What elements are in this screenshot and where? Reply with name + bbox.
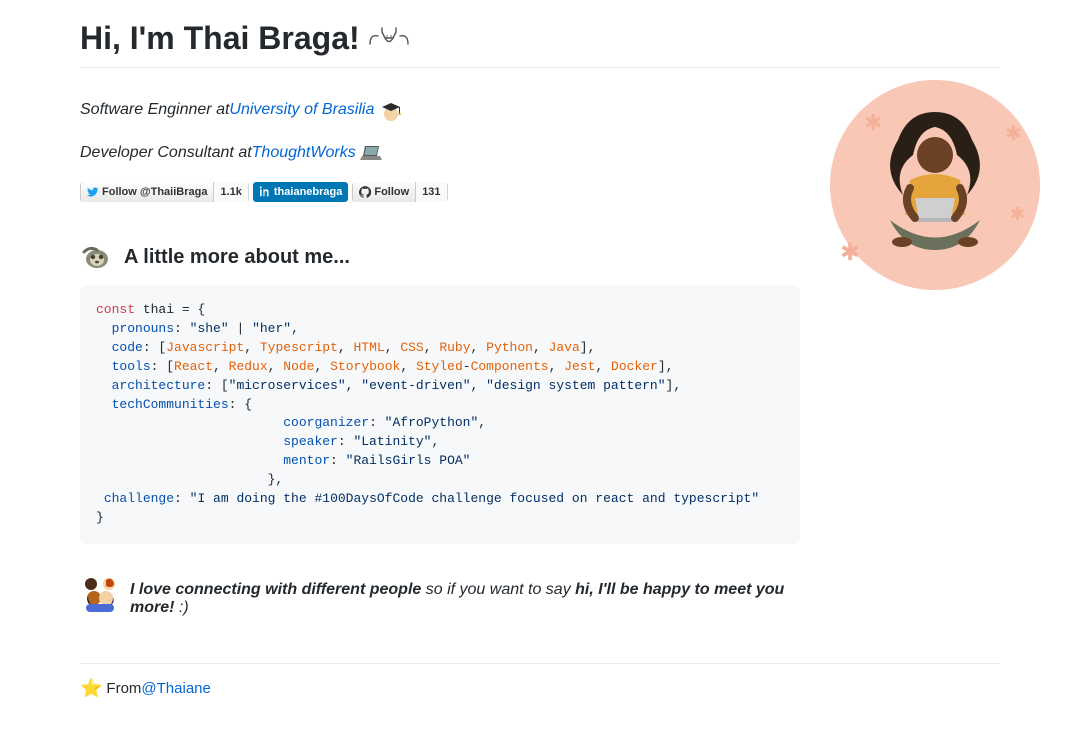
github-icon [359, 186, 371, 198]
title-text: Hi, I'm Thai Braga! [80, 20, 360, 57]
social-badges: Follow @ThaiiBraga 1.1k thaianebraga Fol… [80, 182, 800, 202]
role-line-1: Software Enginner at University of Brasi… [80, 96, 800, 123]
role2-prefix: Developer Consultant at [80, 139, 252, 166]
graduate-icon [376, 98, 406, 122]
cat-icon [368, 26, 410, 52]
github-label: Follow [374, 186, 409, 198]
connect-text: I love connecting with different people … [130, 581, 800, 617]
people-icon [80, 574, 120, 617]
connect-line: I love connecting with different people … [80, 574, 800, 617]
footer-divider [80, 663, 1000, 664]
twitter-follow-badge[interactable]: Follow @ThaiiBraga 1.1k [80, 182, 249, 202]
page-title: Hi, I'm Thai Braga! [80, 20, 1000, 68]
github-count: 131 [416, 182, 447, 202]
hero-illustration: ✱ ✱ ✱ ✱ [820, 70, 1050, 305]
svg-text:✱: ✱ [864, 110, 882, 135]
role1-prefix: Software Enginner at [80, 96, 229, 123]
linkedin-label: thaianebraga [274, 186, 342, 198]
laptop-icon [358, 143, 386, 163]
about-heading: A little more about me... [80, 242, 800, 272]
svg-text:✱: ✱ [1005, 123, 1022, 145]
svg-text:✱: ✱ [840, 239, 860, 266]
sloth-icon [80, 242, 114, 272]
twitter-count: 1.1k [214, 182, 248, 202]
twitter-label: Follow @ThaiiBraga [102, 186, 207, 198]
github-follow-badge[interactable]: Follow 131 [352, 182, 447, 202]
star-icon: ⭐ [80, 678, 102, 699]
linkedin-icon [259, 186, 271, 198]
about-heading-text: A little more about me... [124, 246, 350, 269]
thoughtworks-link[interactable]: ThoughtWorks [252, 139, 356, 166]
footer: ⭐ From @Thaiane [80, 678, 1000, 699]
linkedin-badge[interactable]: thaianebraga [253, 182, 348, 202]
author-link[interactable]: @Thaiane [141, 680, 210, 697]
svg-text:✱: ✱ [1010, 204, 1025, 224]
role-line-2: Developer Consultant at ThoughtWorks [80, 139, 800, 166]
code-block: const thai = { pronouns: "she" | "her", … [80, 285, 800, 543]
footer-from: From [106, 680, 141, 697]
twitter-icon [87, 186, 99, 198]
university-link[interactable]: University of Brasilia [229, 96, 374, 123]
